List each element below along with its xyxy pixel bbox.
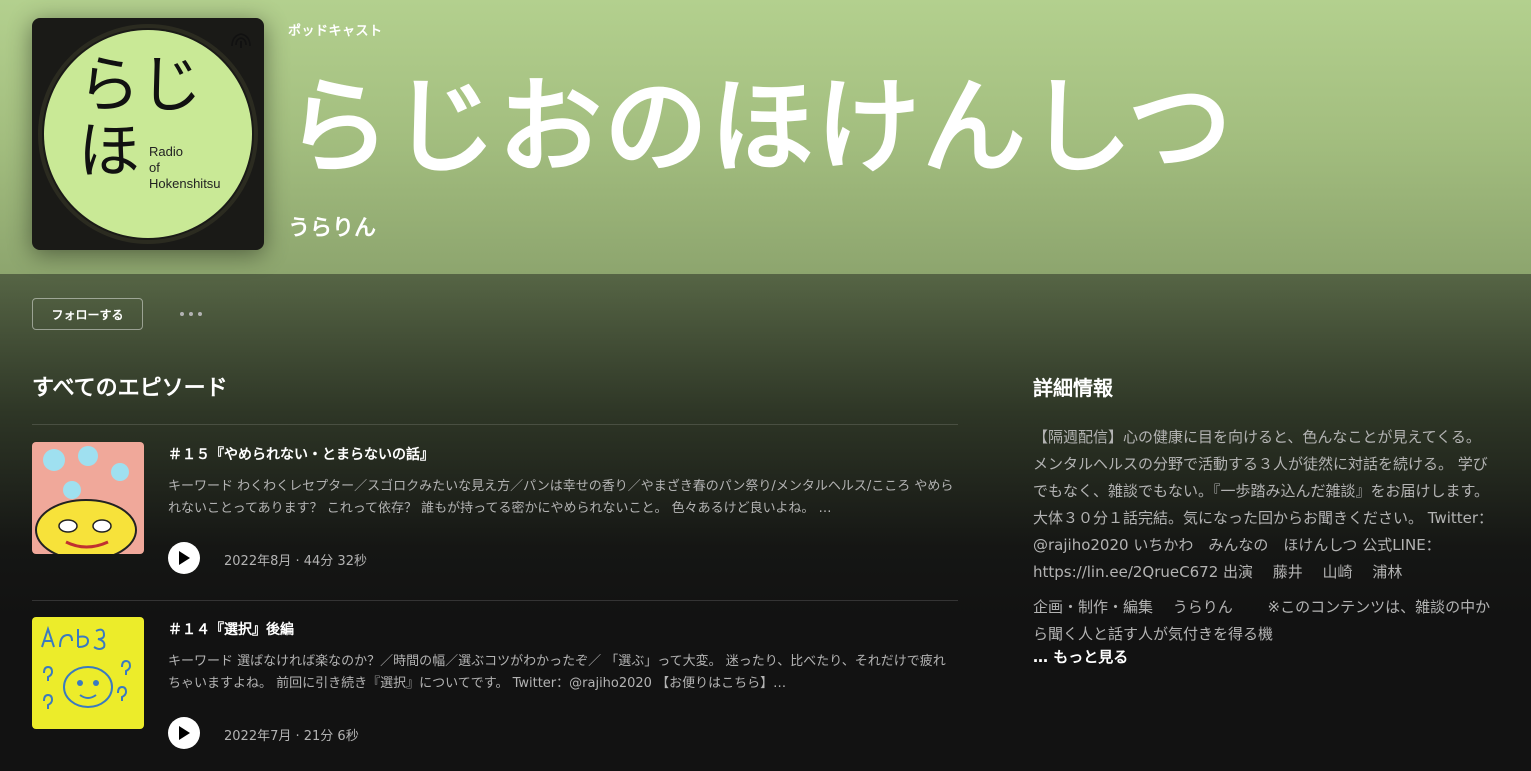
details-description: 【隔週配信】心の健康に目を向けると、色んなことが見えてくる。 メンタルヘルスの分… (1033, 428, 1494, 581)
podcast-signal-icon (231, 33, 251, 48)
cover-subtitle-line3: Hokenshitsu (149, 176, 221, 191)
podcast-author[interactable]: うらりん (288, 210, 376, 242)
episode-description: キーワード わくわくレセプター／スゴロクみたいな見え方／パンは幸せの香り／やまざ… (168, 479, 954, 516)
cover-logo-line1: らじ (78, 48, 203, 121)
cover-subtitle-line2: of (149, 160, 160, 175)
episode-row[interactable]: ＃１５『やめられない・とまらないの話』 キーワード わくわくレセプター／スゴロク… (32, 442, 958, 582)
play-button[interactable] (168, 542, 200, 574)
cover-subtitle: Radio of Hokenshitsu (149, 144, 249, 192)
more-dots-icon (180, 312, 184, 316)
play-icon (179, 551, 190, 565)
show-more-link[interactable]: … もっと見る (1033, 646, 1128, 667)
more-dots-icon (189, 312, 193, 316)
details-title: 詳細情報 (1033, 376, 1113, 400)
episode-thumbnail (32, 442, 144, 554)
episode-meta: 2022年8月 · 44分 32秒 (224, 554, 367, 569)
episode-meta: 2022年7月 · 21分 6秒 (224, 729, 359, 744)
details-description-credits: 企画・制作・編集 うらりん ※このコンテンツは、雑談の中から聞く人と話す人が気付… (1033, 598, 1491, 643)
episodes-section-title: すべてのエピソード (32, 376, 228, 401)
episode-row[interactable]: ＃１４『選択』後編 キーワード 選ばなければ楽なのか？／時間の幅／選ぶコツがわか… (32, 617, 958, 757)
content-type-label: ポッドキャスト (288, 24, 383, 39)
podcast-title: らじおのほけんしつ (286, 66, 1234, 188)
episode-description: キーワード 選ばなければ楽なのか？／時間の幅／選ぶコツがわかったぞ／ 「選ぶ」っ… (168, 654, 946, 691)
episode-thumbnail (32, 617, 144, 729)
play-button[interactable] (168, 717, 200, 749)
play-icon (179, 726, 190, 740)
follow-button[interactable]: フォローする (32, 298, 143, 330)
more-dots-icon (198, 312, 202, 316)
divider (32, 600, 958, 601)
podcast-cover-art: らじ ほ Radio of Hokenshitsu (32, 18, 264, 250)
episode-title[interactable]: ＃１５『やめられない・とまらないの話』 (168, 444, 434, 464)
episode-title[interactable]: ＃１４『選択』後編 (168, 619, 294, 639)
cover-subtitle-line1: Radio (149, 144, 183, 159)
more-options-button[interactable] (172, 302, 210, 326)
divider (32, 424, 958, 425)
